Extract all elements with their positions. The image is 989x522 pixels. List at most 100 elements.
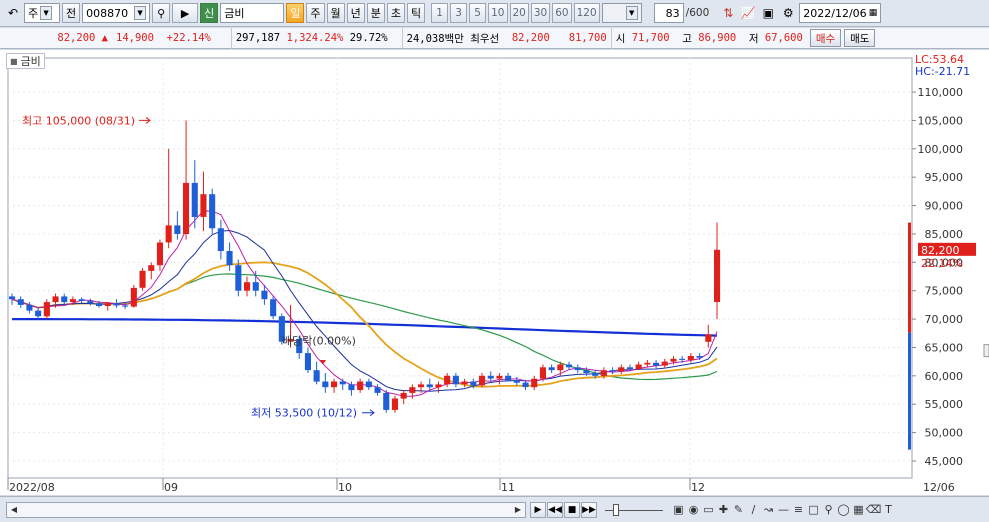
zoom-slider[interactable]	[605, 503, 663, 516]
interval-1[interactable]: 1	[431, 3, 449, 23]
candle-body	[539, 367, 546, 379]
gear-icon[interactable]: ⚙	[779, 3, 797, 23]
pencil-icon[interactable]: ✎	[731, 502, 746, 518]
candle-body	[61, 296, 68, 303]
market-select[interactable]: 주 ▼	[24, 3, 60, 23]
link-icon[interactable]: ↶	[4, 3, 22, 23]
candle-body	[357, 381, 364, 390]
interval-20[interactable]: 20	[509, 3, 529, 23]
rewind-icon: ◀◀	[548, 504, 562, 515]
grid-icon[interactable]: ▦	[851, 502, 866, 518]
period-month[interactable]: 월	[326, 3, 345, 23]
candle-body	[435, 384, 442, 388]
text-icon[interactable]: T	[881, 502, 896, 518]
trend-icon[interactable]: ↝	[761, 502, 776, 518]
candle-body	[592, 373, 599, 376]
quote-infobar: 82,200 ▲ 14,900 +22.14% 297,187 1,324.24…	[0, 27, 989, 49]
scroll-right-icon[interactable]: ▶	[511, 503, 525, 517]
screen-icon[interactable]: ▭	[701, 502, 716, 518]
candle-body	[452, 375, 459, 385]
period-week[interactable]: 주	[306, 3, 325, 23]
candle-body	[714, 249, 721, 302]
search-button[interactable]: ⚲	[152, 3, 171, 23]
chart-scrollbar[interactable]: ◀ ▶	[6, 501, 526, 518]
interval-30[interactable]: 30	[530, 3, 551, 23]
period-second[interactable]: 초	[386, 3, 405, 23]
high-annotation: 최고 105,000 (08/31)	[22, 114, 135, 127]
candle	[78, 297, 85, 304]
stock-code-input[interactable]: 008870 ▼	[82, 3, 151, 23]
scroll-left-icon[interactable]: ◀	[7, 503, 21, 517]
candlestick-chart[interactable]: 110,000 105,000 100,000 95,000 90,000 85,000 8…	[0, 50, 989, 495]
period-minute[interactable]: 분	[366, 3, 385, 23]
candle-body	[679, 358, 686, 360]
candle	[104, 302, 111, 311]
stock-code-value: 008870	[86, 6, 129, 20]
candle	[374, 384, 381, 396]
save-icon[interactable]: ▣	[759, 3, 777, 23]
chart-tool-icon[interactable]: 📈	[739, 3, 757, 23]
fibonacci-icon[interactable]: ≡	[791, 502, 806, 518]
scroll-right-button[interactable]: ▶	[530, 501, 546, 518]
box-icon[interactable]: □	[806, 502, 821, 518]
interval-10[interactable]: 10	[488, 3, 508, 23]
line-icon[interactable]: ∕	[746, 502, 761, 518]
candle-body	[470, 381, 477, 386]
candle-body	[505, 375, 512, 381]
plot-frame	[7, 57, 913, 479]
candle	[200, 171, 207, 232]
interval-60[interactable]: 60	[552, 3, 572, 23]
horizontal-line-icon[interactable]: —	[776, 502, 791, 518]
buy-button[interactable]: 매수	[809, 29, 842, 47]
y-tick-label: 65,000	[925, 341, 964, 354]
candle	[452, 373, 459, 388]
candle	[661, 358, 668, 369]
period-tick[interactable]: 틱	[407, 3, 426, 23]
candles	[9, 120, 721, 413]
candle-body	[43, 302, 50, 317]
count-input[interactable]: 83	[653, 3, 684, 23]
chart-area[interactable]: 110,000 105,000 100,000 95,000 90,000 85,000 8…	[0, 50, 989, 495]
candle-body	[113, 303, 120, 306]
candle	[383, 390, 390, 413]
x-tick-label: 2022/08	[9, 481, 55, 494]
fast-forward-button[interactable]: ▶▶	[581, 501, 597, 518]
period-day[interactable]: 일	[286, 3, 305, 23]
candle-body	[165, 225, 172, 243]
prev-button[interactable]: 전	[62, 3, 81, 23]
rewind-button[interactable]: ◀◀	[547, 501, 563, 518]
speaker-button[interactable]: ▶	[172, 3, 199, 23]
interval-3[interactable]: 3	[450, 3, 468, 23]
crosshair-icon[interactable]: ✚	[716, 502, 731, 518]
x-tick-label: 12	[691, 481, 705, 494]
candle	[531, 375, 538, 391]
low-price: 67,600	[764, 32, 803, 44]
period-year[interactable]: 년	[346, 3, 365, 23]
interval-custom-select[interactable]: ▼	[601, 3, 642, 23]
zoom-icon[interactable]: ⚲	[821, 502, 836, 518]
slider-knob[interactable]	[613, 503, 619, 516]
shape-icon[interactable]: ◯	[836, 502, 851, 518]
y-tick-label: 90,000	[925, 200, 964, 213]
interval-120[interactable]: 120	[573, 3, 600, 23]
sell-button[interactable]: 매도	[844, 29, 876, 47]
date-input[interactable]: 2022/12/06 ▦	[799, 3, 882, 23]
y-tick-label: 105,000	[918, 114, 964, 127]
candle-body	[122, 305, 129, 307]
lock-icon[interactable]: ▣	[671, 502, 686, 518]
candle-body	[87, 300, 94, 304]
current-price-cell: 82,200 ▲	[0, 28, 112, 49]
high-arrow	[139, 117, 151, 124]
candle-body	[391, 398, 398, 410]
interval-5[interactable]: 5	[469, 3, 487, 23]
chart-annotations: 최고 105,000 (08/31) 최저 53,500 (10/12) 배당락(0…	[22, 53, 989, 450]
chart-legend[interactable]: ■ 금비	[6, 53, 45, 69]
ask-price: 82,200	[511, 32, 550, 44]
candle	[35, 307, 42, 320]
high-label: 고	[682, 32, 692, 45]
candle-body	[418, 384, 425, 388]
arrows-icon[interactable]: ⇅	[719, 3, 737, 23]
stop-button[interactable]: ■	[564, 501, 580, 518]
pin-icon[interactable]: ◉	[686, 502, 701, 518]
eraser-icon[interactable]: ⌫	[866, 502, 882, 518]
